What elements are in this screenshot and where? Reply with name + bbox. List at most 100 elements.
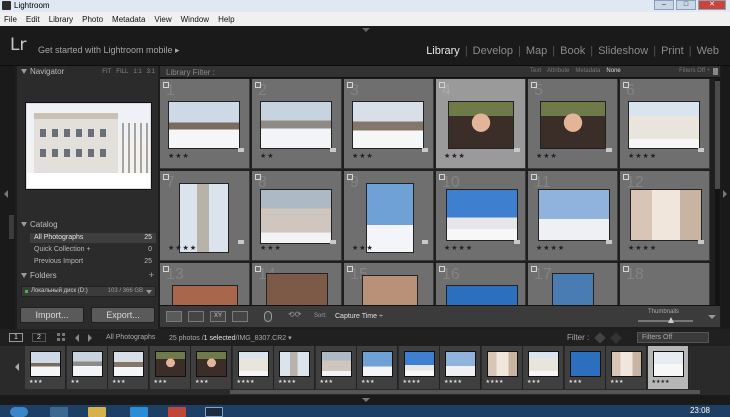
- navigator-header[interactable]: Navigator FIT FILL 1:1 3:1: [17, 66, 158, 77]
- photo-thumbnail[interactable]: [172, 285, 238, 305]
- close-button[interactable]: ✕: [698, 0, 726, 10]
- filmstrip-thumbnail[interactable]: [652, 351, 684, 377]
- minimize-button[interactable]: –: [654, 0, 674, 10]
- filmstrip-thumbnail[interactable]: [445, 351, 476, 377]
- grid-cell[interactable]: 16: [436, 263, 526, 305]
- module-develop[interactable]: Develop: [468, 45, 518, 57]
- filmstrip-cell[interactable]: ★★★: [523, 346, 564, 389]
- pick-checkbox[interactable]: [439, 174, 445, 180]
- filmstrip-cell[interactable]: ★★★: [315, 346, 357, 389]
- catalog-item[interactable]: Previous Import 25: [30, 257, 156, 267]
- photo-thumbnail[interactable]: [552, 273, 594, 305]
- filter-tab-attribute[interactable]: Attribute: [547, 68, 569, 74]
- filmstrip-thumbnail[interactable]: [569, 351, 601, 377]
- filmstrip-cell[interactable]: ★★★: [149, 346, 191, 389]
- grid-cell[interactable]: 8 ★★★: [252, 171, 342, 261]
- right-panel-toggle-icon[interactable]: [723, 190, 727, 198]
- grid-cell[interactable]: 6 ★★★★: [620, 79, 710, 169]
- filmstrip-thumbnail[interactable]: [30, 351, 61, 377]
- zoom-1-1[interactable]: 1:1: [133, 67, 141, 78]
- filmstrip-thumbnail[interactable]: [113, 351, 144, 377]
- filter-tab-none[interactable]: None: [606, 68, 620, 74]
- navigator-preview[interactable]: [25, 102, 152, 190]
- filmstrip-cell[interactable]: ★★★: [564, 346, 606, 389]
- filmstrip-scrollbar[interactable]: [230, 390, 700, 394]
- grid-cell[interactable]: 14: [252, 263, 342, 305]
- filmstrip-thumbnail[interactable]: [279, 351, 310, 377]
- pick-checkbox[interactable]: [347, 174, 353, 180]
- grid-cell[interactable]: 15: [344, 263, 434, 305]
- skype-icon[interactable]: [130, 407, 148, 417]
- menu-item-help[interactable]: Help: [218, 15, 234, 24]
- photo-thumbnail[interactable]: [179, 183, 229, 253]
- zoom-fill[interactable]: FILL: [116, 67, 128, 78]
- photo-thumbnail[interactable]: [266, 273, 328, 305]
- lightroom-taskbar-icon[interactable]: [205, 407, 223, 417]
- filmstrip-cell[interactable]: ★★★★: [398, 346, 440, 389]
- get-started-link[interactable]: Get started with Lightroom mobile ▸: [38, 45, 180, 56]
- filmstrip-thumbnail[interactable]: [611, 351, 642, 377]
- pick-checkbox[interactable]: [439, 82, 445, 88]
- compare-view-icon[interactable]: XY: [210, 311, 226, 322]
- maximize-button[interactable]: □: [676, 0, 696, 10]
- bottom-panel-toggle-icon[interactable]: [362, 398, 370, 402]
- photo-thumbnail[interactable]: [630, 189, 702, 241]
- filmstrip-cell[interactable]: ★★★: [25, 346, 66, 389]
- filmstrip-count[interactable]: 25 photos /1 selected/IMG_8307.CR2 ▾: [169, 334, 292, 342]
- grid-cell[interactable]: 5 ★★★: [528, 79, 618, 169]
- module-map[interactable]: Map: [521, 45, 552, 57]
- pick-checkbox[interactable]: [163, 266, 169, 272]
- grid-cell[interactable]: 13: [160, 263, 250, 305]
- grid-cell[interactable]: 11 ★★★★: [528, 171, 618, 261]
- export-button[interactable]: Export...: [91, 307, 155, 323]
- filmstrip-source[interactable]: All Photographs: [106, 334, 155, 341]
- grid-cell[interactable]: 10 ★★★★: [436, 171, 526, 261]
- zoom-fit[interactable]: FIT: [102, 67, 111, 78]
- grid-scroll-thumb[interactable]: [715, 81, 720, 189]
- grid-shortcut-icon[interactable]: [57, 333, 65, 341]
- flag-filter-icon[interactable]: [610, 332, 622, 344]
- menu-item-view[interactable]: View: [154, 15, 171, 24]
- filmstrip-cell[interactable]: ★★★: [108, 346, 149, 389]
- filmstrip-cell[interactable]: ★★★: [606, 346, 647, 389]
- grid-cell[interactable]: 18: [620, 263, 710, 305]
- survey-view-icon[interactable]: [232, 311, 248, 322]
- grid-scrollbar[interactable]: [715, 79, 720, 305]
- pick-checkbox[interactable]: [623, 266, 629, 272]
- pick-checkbox[interactable]: [347, 266, 353, 272]
- menu-item-window[interactable]: Window: [181, 15, 209, 24]
- filmstrip-thumbnail[interactable]: [528, 351, 559, 377]
- filmstrip-scroll-left[interactable]: [13, 346, 23, 389]
- photo-thumbnail[interactable]: [540, 101, 606, 149]
- add-folder-button[interactable]: +: [149, 270, 154, 281]
- filmstrip-thumbnail[interactable]: [237, 351, 269, 377]
- module-book[interactable]: Book: [555, 45, 590, 57]
- filmstrip-cell[interactable]: ★★★★: [481, 346, 523, 389]
- star-rating[interactable]: ★★★: [444, 152, 466, 160]
- flag-filter-icon[interactable]: [594, 332, 606, 344]
- module-web[interactable]: Web: [692, 45, 724, 57]
- photo-thumbnail[interactable]: [168, 101, 240, 149]
- pick-checkbox[interactable]: [439, 266, 445, 272]
- photo-thumbnail[interactable]: [352, 101, 424, 149]
- module-slideshow[interactable]: Slideshow: [593, 45, 653, 57]
- grid-cell[interactable]: 3 ★★★: [344, 79, 434, 169]
- filmstrip-thumbnail[interactable]: [320, 351, 352, 377]
- pick-checkbox[interactable]: [255, 82, 261, 88]
- catalog-item[interactable]: All Photographs 25: [30, 233, 156, 243]
- star-rating[interactable]: ★★: [260, 152, 275, 160]
- explorer-icon[interactable]: [88, 407, 106, 417]
- folders-header[interactable]: Folders +: [17, 270, 158, 281]
- primary-screen-button[interactable]: 1: [9, 333, 23, 342]
- grid-cell[interactable]: 7 ★★★★: [160, 171, 250, 261]
- catalog-header[interactable]: Catalog: [17, 219, 158, 230]
- ie-icon[interactable]: [50, 407, 68, 417]
- module-print[interactable]: Print: [656, 45, 689, 57]
- filter-tab-metadata[interactable]: Metadata: [575, 68, 600, 74]
- menu-item-photo[interactable]: Photo: [82, 15, 103, 24]
- pick-checkbox[interactable]: [623, 174, 629, 180]
- module-library[interactable]: Library: [421, 45, 465, 57]
- pick-checkbox[interactable]: [531, 82, 537, 88]
- star-rating[interactable]: ★★★★: [628, 152, 657, 160]
- star-rating[interactable]: ★★★★: [628, 244, 657, 252]
